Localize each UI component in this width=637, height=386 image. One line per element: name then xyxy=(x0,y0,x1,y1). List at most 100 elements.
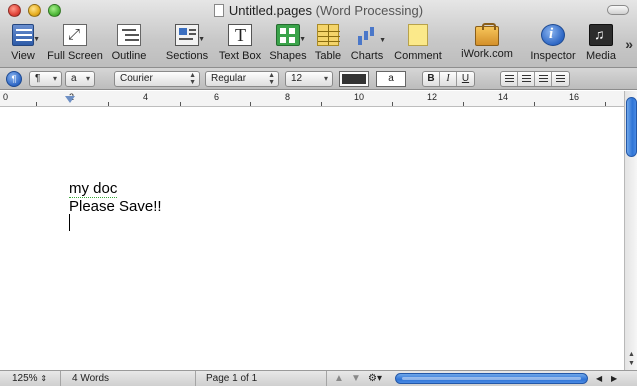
alignment-segmented xyxy=(500,71,570,87)
toolbar-full-screen-label: Full Screen xyxy=(47,50,103,62)
toolbar-toggle-button[interactable] xyxy=(607,5,629,15)
styles-drawer-icon[interactable]: ¶ xyxy=(6,71,22,87)
ruler[interactable]: 0 2 4 6 8 10 12 14 16 xyxy=(0,91,624,107)
window-title-name: Untitled.pages xyxy=(228,3,313,18)
scroll-right-icon[interactable]: ▶ xyxy=(611,372,617,385)
inspector-icon xyxy=(541,24,565,46)
document-line[interactable]: Please Save!! xyxy=(69,198,162,215)
italic-button[interactable]: I xyxy=(440,72,457,86)
typeface-value: Regular xyxy=(211,73,247,84)
scroll-left-icon[interactable]: ◀ xyxy=(596,372,602,385)
underline-button[interactable]: U xyxy=(457,72,474,86)
text-background-color-well[interactable]: a xyxy=(376,71,406,87)
ruler-label: 16 xyxy=(569,92,580,102)
status-divider xyxy=(195,371,196,386)
font-family-value: Courier xyxy=(120,73,153,84)
font-size-combobox[interactable]: 12 ▾ xyxy=(285,71,333,87)
media-icon xyxy=(589,24,613,46)
view-icon: ▼ xyxy=(12,24,40,46)
typeface-popup[interactable]: Regular ▲ ▼ xyxy=(205,71,279,87)
toolbar-media-button[interactable]: Media xyxy=(584,22,618,66)
horizontal-scroll-thumb[interactable] xyxy=(395,373,588,384)
table-icon xyxy=(317,24,340,46)
vertical-scroll-thumb[interactable] xyxy=(626,97,637,157)
updown-arrows-icon: ▲ ▼ xyxy=(268,72,275,86)
toolbar-view-label: View xyxy=(11,50,35,62)
toolbar-text-box-button[interactable]: Text Box xyxy=(216,22,264,66)
comment-icon xyxy=(408,24,428,46)
toolbar-text-box-label: Text Box xyxy=(218,50,262,62)
ruler-tick xyxy=(321,102,322,106)
bold-button[interactable]: B xyxy=(423,72,440,86)
ruler-tick xyxy=(534,102,535,106)
toolbar-charts-label: Charts xyxy=(350,50,384,62)
toolbar-shapes-label: Shapes xyxy=(269,50,307,62)
ruler-tick xyxy=(250,102,251,106)
document-line-text: my doc xyxy=(69,180,118,198)
character-style-popup[interactable]: a ▾ xyxy=(65,71,95,87)
next-page-icon[interactable]: ▼ xyxy=(351,372,361,385)
ruler-tick xyxy=(36,102,37,106)
updown-arrows-icon: ⇕ xyxy=(40,374,48,383)
align-center-icon[interactable] xyxy=(518,72,535,86)
toolbar: ▼ View Full Screen Outline ▼ Sections Te… xyxy=(0,22,637,66)
format-bar: ¶ ¶ ▾ a ▾ Courier ▲ ▼ Regular ▲ ▼ 12 ▾ a B I U xyxy=(0,68,637,90)
full-screen-icon xyxy=(63,24,87,46)
toolbar-view-button[interactable]: ▼ View xyxy=(6,22,40,66)
ruler-tick xyxy=(180,102,181,106)
indent-marker[interactable] xyxy=(65,96,75,103)
document-canvas[interactable]: my doc Please Save!! xyxy=(0,108,624,370)
status-divider xyxy=(326,371,327,386)
window-title-subtitle: (Word Processing) xyxy=(315,3,424,18)
align-right-icon[interactable] xyxy=(535,72,552,86)
toolbar-iwork-label: iWork.com xyxy=(461,48,513,60)
font-style-segmented: B I U xyxy=(422,71,475,87)
text-box-icon xyxy=(228,24,252,46)
ruler-label: 10 xyxy=(354,92,365,102)
shapes-icon: ▼ xyxy=(276,24,306,46)
align-justify-icon[interactable] xyxy=(552,72,569,86)
ruler-tick xyxy=(392,102,393,106)
toolbar-iwork-button[interactable]: iWork.com xyxy=(458,22,516,66)
toolbar-inspector-label: Inspector xyxy=(530,50,576,62)
sections-icon: ▼ xyxy=(175,24,205,46)
toolbar-overflow-button[interactable]: » xyxy=(625,36,633,52)
page-actions-gear-icon[interactable]: ⚙▾ xyxy=(368,372,382,385)
toolbar-table-label: Table xyxy=(314,50,342,62)
window-toolbar: Untitled.pages (Word Processing) ▼ View … xyxy=(0,0,637,68)
align-left-icon[interactable] xyxy=(501,72,518,86)
zoom-value: 125% xyxy=(12,373,38,384)
toolbar-comment-button[interactable]: Comment xyxy=(392,22,444,66)
document-line[interactable]: my doc xyxy=(69,180,118,198)
toolbar-comment-label: Comment xyxy=(394,50,442,62)
document-line-text: Please Save!! xyxy=(69,198,162,215)
font-size-value: 12 xyxy=(291,73,303,84)
ruler-label: 14 xyxy=(498,92,509,102)
word-count: 4 Words xyxy=(72,373,110,384)
zoom-popup[interactable]: 125% ⇕ xyxy=(12,372,47,385)
outline-icon xyxy=(117,24,141,46)
toolbar-table-button[interactable]: Table xyxy=(312,22,344,66)
toolbar-inspector-button[interactable]: Inspector xyxy=(528,22,578,66)
ruler-tick xyxy=(463,102,464,106)
ruler-label: 4 xyxy=(143,92,149,102)
status-divider xyxy=(60,371,61,386)
toolbar-sections-button[interactable]: ▼ Sections xyxy=(164,22,210,66)
toolbar-full-screen-button[interactable]: Full Screen xyxy=(44,22,106,66)
font-family-popup[interactable]: Courier ▲ ▼ xyxy=(114,71,200,87)
text-color-well[interactable] xyxy=(339,71,369,87)
toolbar-charts-button[interactable]: ▼ Charts xyxy=(348,22,386,66)
previous-page-icon[interactable]: ▲ xyxy=(334,372,344,385)
scroll-arrows-icon[interactable]: ▲ ▼ xyxy=(625,350,637,368)
toolbar-shapes-button[interactable]: ▼ Shapes xyxy=(268,22,308,66)
paragraph-style-popup[interactable]: ¶ ▾ xyxy=(29,71,62,87)
toolbar-outline-button[interactable]: Outline xyxy=(108,22,150,66)
chevron-down-icon: ▾ xyxy=(323,74,328,83)
ruler-label: 8 xyxy=(285,92,291,102)
toolbar-sections-label: Sections xyxy=(165,50,209,62)
ruler-tick xyxy=(605,102,606,106)
iwork-icon xyxy=(475,23,499,46)
ruler-tick xyxy=(108,102,109,106)
vertical-scrollbar[interactable]: ▲ ▼ xyxy=(624,91,637,370)
chevron-down-icon: ▾ xyxy=(85,74,90,83)
